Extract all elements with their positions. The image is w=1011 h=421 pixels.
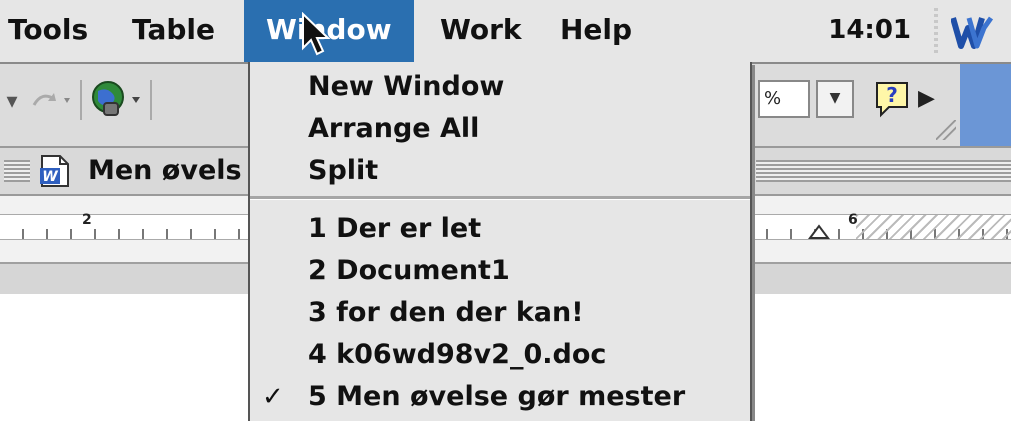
menu-item-document-1[interactable]: 1 Der er let (250, 208, 750, 250)
menu-item-label: Arrange All (308, 113, 480, 144)
resize-grip-icon[interactable] (936, 120, 956, 140)
zoom-percent-sign: % (764, 88, 782, 109)
menu-item-label: New Window (308, 71, 505, 102)
mouse-pointer-icon (302, 12, 330, 56)
toolbar-separator (80, 80, 82, 120)
menu-item-label: 2 Document1 (308, 255, 510, 286)
word-document-icon: W (36, 154, 72, 188)
menu-item-document-5[interactable]: ✓ 5 Men øvelse gør mester (250, 376, 750, 418)
menu-item-label: 1 Der er let (308, 213, 482, 244)
indent-marker-icon[interactable] (808, 222, 830, 240)
menu-item-arrange-all[interactable]: Arrange All (250, 108, 750, 150)
window-menu-dropdown: New Window Arrange All Split 1 Der er le… (248, 62, 752, 421)
ruler-margin-hatch (856, 215, 1011, 239)
menu-item-split[interactable]: Split (250, 150, 750, 192)
svg-text:W: W (42, 169, 58, 185)
word-icon[interactable] (948, 10, 998, 54)
menu-separator (250, 196, 750, 200)
hyperlink-globe-icon[interactable] (86, 78, 146, 120)
menubar-separator (934, 8, 938, 54)
menu-help[interactable]: Help (560, 0, 632, 62)
menubar-clock[interactable]: 14:01 (828, 0, 911, 62)
menu-item-label: 3 for den der kan! (308, 297, 584, 328)
menu-item-document-3[interactable]: 3 for den der kan! (250, 292, 750, 334)
menu-bar: Tools Table Window Work Help 14:01 (0, 0, 1011, 64)
checkmark-icon: ✓ (262, 382, 284, 412)
zoom-field[interactable]: % (758, 80, 810, 118)
svg-text:?: ? (886, 83, 898, 107)
menu-item-label: Split (308, 155, 379, 186)
zoom-dropdown-button[interactable]: ▼ (816, 80, 854, 118)
help-icon[interactable]: ? (872, 78, 912, 120)
ruler-mark-6: 6 (848, 212, 858, 228)
title-bar-stripes (4, 160, 30, 182)
document-title: Men øvels (82, 148, 250, 194)
ruler-mark-2: 2 (82, 212, 92, 228)
title-bar-stripes (756, 160, 1011, 182)
menu-work[interactable]: Work (440, 0, 522, 62)
menu-item-label: 4 k06wd98v2_0.doc (308, 339, 607, 370)
menu-item-document-4[interactable]: 4 k06wd98v2_0.doc (250, 334, 750, 376)
menu-item-new-window[interactable]: New Window (250, 66, 750, 108)
toolbar-separator (150, 80, 152, 120)
toolbar-side-panel (960, 64, 1011, 146)
menu-item-document-2[interactable]: 2 Document1 (250, 250, 750, 292)
undo-dropdown-icon[interactable]: ▾ (2, 86, 22, 116)
more-arrow-icon[interactable]: ▶ (918, 86, 935, 111)
menu-item-label: 5 Men øvelse gør mester (308, 381, 686, 412)
menu-tools[interactable]: Tools (8, 0, 88, 62)
menu-table[interactable]: Table (132, 0, 215, 62)
redo-icon[interactable] (26, 82, 76, 118)
